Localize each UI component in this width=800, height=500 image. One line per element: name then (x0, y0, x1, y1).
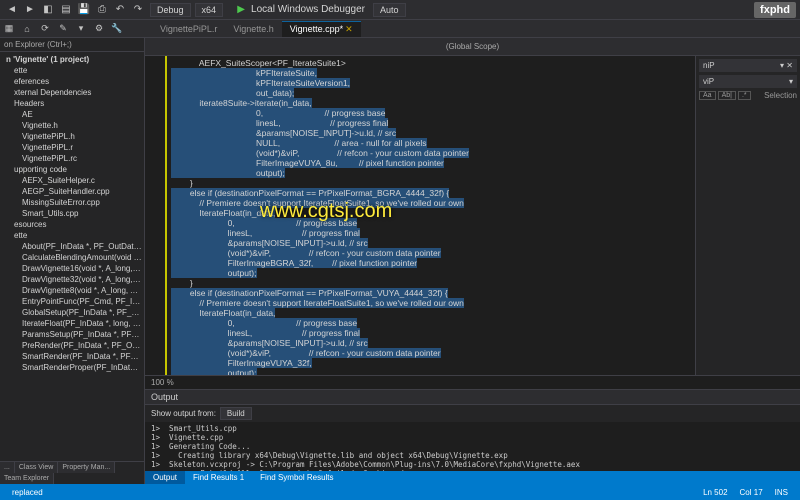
match-case-icon[interactable]: Aa (699, 91, 716, 100)
find-field-2[interactable]: viP▾ (699, 75, 797, 88)
tree-node[interactable]: Headers (0, 98, 144, 109)
prop-icon[interactable]: ⚙ (91, 21, 107, 37)
tree-node[interactable]: VignettePiPL.h (0, 131, 144, 142)
tree-node[interactable]: AEGP_SuiteHandler.cpp (0, 186, 144, 197)
wrench-icon[interactable]: 🔧 (109, 21, 125, 37)
find-panel: niP▾ ✕ viP▾ Aa Ab| .* Selection (695, 56, 800, 375)
tree-node[interactable]: MissingSuiteError.cpp (0, 197, 144, 208)
zoom-level[interactable]: 100 % (145, 375, 800, 389)
editor-area: (Global Scope) AEFX_SuiteScoper<PF_Itera… (145, 38, 800, 484)
tree-node[interactable]: AEFX_SuiteHelper.c (0, 175, 144, 186)
config-dropdown[interactable]: Debug (150, 3, 191, 17)
gutter (145, 56, 167, 375)
save-icon[interactable]: 💾 (76, 2, 92, 18)
tree-node[interactable]: xternal Dependencies (0, 87, 144, 98)
output-toolbar: Show output from: Build (145, 405, 800, 422)
regex-icon[interactable]: .* (738, 91, 751, 100)
forward-icon[interactable]: ► (22, 2, 38, 18)
tree-node[interactable]: DrawVignette16(void *, A_long, A_long, P… (0, 263, 144, 274)
document-tabs: VignettePiPL.r Vignette.h Vignette.cpp*✕ (152, 21, 361, 37)
navigation-bar[interactable]: (Global Scope) (145, 38, 800, 56)
tree-node[interactable]: VignettePiPL.r (0, 142, 144, 153)
tree-node[interactable]: EntryPointFunc(PF_Cmd, PF_InData *, PF_O… (0, 296, 144, 307)
output-tabstrip: OutputFind Results 1Find Symbol Results (145, 471, 800, 484)
undo-icon[interactable]: ↶ (112, 2, 128, 18)
tree-node[interactable]: Vignette.h (0, 120, 144, 131)
output-title: Output (145, 390, 800, 405)
tree-node[interactable]: IterateFloat(PF_InData *, long, long, PF… (0, 318, 144, 329)
home-icon[interactable]: ⌂ (19, 21, 35, 37)
redo-icon[interactable]: ↷ (130, 2, 146, 18)
tree-node[interactable]: About(PF_InData *, PF_OutData *, PF_Para… (0, 241, 144, 252)
tree-node[interactable]: AE (0, 109, 144, 120)
tab-vignettepipl[interactable]: VignettePiPL.r (152, 22, 225, 36)
tree-node[interactable]: CalculateBlendingAmount(void *, A_long, … (0, 252, 144, 263)
solution-explorer: on Explorer (Ctrl+;) n 'Vignette' (1 pro… (0, 38, 145, 484)
tree-node[interactable]: ParamsSetup(PF_InData *, PF_OutData *, P… (0, 329, 144, 340)
sidebar-tab[interactable]: Class View (15, 462, 59, 473)
sync-icon[interactable]: ⟳ (37, 21, 53, 37)
collapse-icon[interactable]: ▦ (1, 21, 17, 37)
whole-word-icon[interactable]: Ab| (718, 91, 736, 100)
platform-dropdown[interactable]: x64 (195, 3, 224, 17)
sidebar-tab[interactable]: ... (0, 462, 15, 473)
tree-node[interactable]: SmartRender(PF_InData *, PF_OutData *, P… (0, 351, 144, 362)
sidebar-tab[interactable]: Property Man... (58, 462, 115, 473)
status-left: replaced (12, 488, 43, 497)
find-field-1[interactable]: niP▾ ✕ (699, 59, 797, 72)
play-icon[interactable]: ▶ (233, 2, 249, 18)
scope-center[interactable]: (Global Scope) (366, 42, 579, 51)
tree-node[interactable]: VignettePiPL.rc (0, 153, 144, 164)
status-line: Ln 502 (703, 488, 727, 497)
code-editor[interactable]: AEFX_SuiteScoper<PF_IterateSuite1> kPFIt… (145, 56, 800, 375)
main-toolbar: ◄ ► ◧ ▤ 💾 ⎙ ↶ ↷ Debug x64 ▶ Local Window… (0, 0, 800, 20)
solution-tree[interactable]: n 'Vignette' (1 project)etteeferencesxte… (0, 52, 144, 461)
secondary-toolbar: ▦ ⌂ ⟳ ✎ ▾ ⚙ 🔧 VignettePiPL.r Vignette.h … (0, 20, 800, 38)
output-text[interactable]: 1> Smart_Utils.cpp 1> Vignette.cpp 1> Ge… (145, 422, 800, 471)
tree-node[interactable]: upporting code (0, 164, 144, 175)
save-all-icon[interactable]: ⎙ (94, 2, 110, 18)
tree-node[interactable]: ette (0, 65, 144, 76)
show-from-label: Show output from: (151, 409, 216, 418)
tree-node[interactable]: ette (0, 230, 144, 241)
sidebar-tabs: ...Class ViewProperty Man... Team Explore… (0, 461, 144, 484)
debugger-label[interactable]: Local Windows Debugger (251, 4, 365, 15)
status-ins: INS (775, 488, 788, 497)
output-tab[interactable]: Find Results 1 (185, 471, 252, 484)
show-from-dropdown[interactable]: Build (220, 407, 252, 420)
open-icon[interactable]: ▤ (58, 2, 74, 18)
tree-node[interactable]: Smart_Utils.cpp (0, 208, 144, 219)
tree-node[interactable]: SmartRenderProper(PF_InData *, PF_Effect… (0, 362, 144, 373)
new-icon[interactable]: ◧ (40, 2, 56, 18)
auto-dropdown[interactable]: Auto (373, 3, 406, 17)
tree-node[interactable]: eferences (0, 76, 144, 87)
output-tab[interactable]: Find Symbol Results (252, 471, 341, 484)
tree-node[interactable]: PreRender(PF_InData *, PF_OutData *, PF_… (0, 340, 144, 351)
project-node[interactable]: n 'Vignette' (1 project) (0, 54, 144, 65)
search-header[interactable]: on Explorer (Ctrl+;) (0, 38, 144, 52)
status-col: Col 17 (740, 488, 763, 497)
filter-icon[interactable]: ▾ (73, 21, 89, 37)
back-icon[interactable]: ◄ (4, 2, 20, 18)
output-panel: Output Show output from: Build 1> Smart_… (145, 389, 800, 484)
status-bar: replaced Ln 502 Col 17 INS (0, 484, 800, 500)
tree-node[interactable]: DrawVignette8(void *, A_long, A_long, PF… (0, 285, 144, 296)
output-tab[interactable]: Output (145, 471, 185, 484)
tree-node[interactable]: GlobalSetup(PF_InData *, PF_OutData *, P… (0, 307, 144, 318)
tree-node[interactable]: esources (0, 219, 144, 230)
sidebar-tab[interactable]: Team Explorer (0, 473, 54, 484)
tab-vignette-h[interactable]: Vignette.h (225, 22, 281, 36)
tree-node[interactable]: DrawVignette32(void *, A_long, A_long, P… (0, 274, 144, 285)
watermark-logo: fxphd (754, 2, 796, 18)
tab-vignette-cpp[interactable]: Vignette.cpp*✕ (282, 21, 361, 37)
scope-label[interactable]: Selection (764, 91, 797, 100)
brush-icon[interactable]: ✎ (55, 21, 71, 37)
